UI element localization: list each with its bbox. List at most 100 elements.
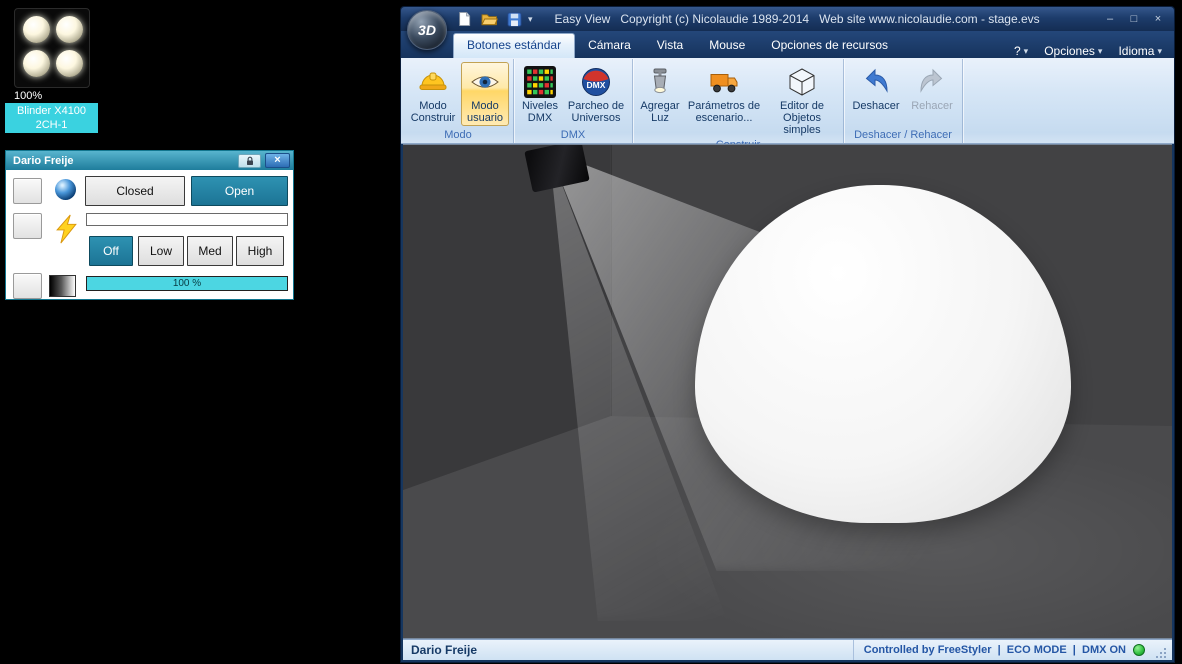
parametros-escenario-button[interactable]: Parámetros de escenario...	[685, 62, 763, 126]
group-deshacer-rehacer: Deshacer Rehacer Deshacer / Rehacer	[844, 59, 963, 143]
idioma-label: Idioma	[1118, 44, 1155, 58]
idioma-menu[interactable]: Idioma ▾	[1118, 44, 1162, 58]
close-icon: ×	[1154, 13, 1162, 25]
modo-usuario-button[interactable]: Modo usuario	[461, 62, 509, 126]
app-logo-orb[interactable]: 3D	[407, 10, 447, 50]
dimmer-gradient-icon	[49, 275, 76, 297]
fixture-thumbnail[interactable]	[14, 8, 90, 88]
lightning-icon	[56, 214, 77, 244]
shutter-open-button[interactable]: Open	[191, 176, 288, 206]
tab-opciones-de-recursos[interactable]: Opciones de recursos	[758, 33, 901, 58]
fixture-lamp	[56, 50, 83, 77]
lock-icon	[246, 156, 253, 165]
preset-button-shutter[interactable]	[13, 178, 42, 204]
logo-text: 3D	[418, 22, 436, 38]
rehacer-button[interactable]: Rehacer	[906, 62, 958, 114]
dimmer-fader-bar[interactable]: 100 %	[86, 276, 288, 291]
modo-construir-label: Modo Construir	[410, 100, 456, 124]
statusbar-fixture-name: Dario Freije	[411, 643, 478, 657]
tab-label: Botones estándar	[467, 38, 562, 52]
maximize-button[interactable]: □	[1125, 11, 1143, 27]
palette-close-button[interactable]: ×	[265, 153, 290, 168]
niveles-dmx-label: Niveles DMX	[521, 100, 559, 124]
level-high-label: High	[247, 244, 273, 258]
editor-objetos-label: Editor de Objetos simples	[779, 100, 825, 136]
save-button[interactable]	[505, 10, 523, 28]
palette-title: Dario Freije	[13, 154, 74, 167]
shutter-open-label: Open	[224, 184, 255, 198]
caret-down-icon: ▾	[1023, 45, 1029, 56]
caret-down-icon: ▾	[1157, 45, 1162, 56]
minimize-icon: –	[1106, 13, 1114, 25]
open-folder-icon	[480, 14, 498, 26]
parametros-escenario-label: Parámetros de escenario...	[687, 100, 761, 124]
quick-access-toolbar: ▾	[455, 10, 533, 28]
niveles-dmx-button[interactable]: Niveles DMX	[518, 62, 562, 126]
qat-customize-button[interactable]: ▾	[528, 14, 533, 25]
viewport-3d[interactable]	[403, 144, 1172, 639]
modo-construir-button[interactable]: Modo Construir	[407, 62, 459, 126]
tab-mouse[interactable]: Mouse	[696, 33, 758, 58]
open-file-button[interactable]	[480, 10, 498, 28]
cube-icon	[789, 68, 815, 96]
right-menus: ? ▾ Opciones ▾ Idioma ▾	[1014, 44, 1174, 58]
fixture-lamp	[23, 50, 50, 77]
modo-usuario-label: Modo usuario	[466, 100, 504, 124]
statusbar: Dario Freije Controlled by FreeStyler | …	[403, 639, 1172, 660]
close-button[interactable]: ×	[1149, 11, 1167, 27]
eye-icon	[471, 76, 499, 88]
group-label-modo: Modo	[444, 129, 472, 141]
parcheo-universos-button[interactable]: DMX Parcheo de Universos	[564, 62, 628, 126]
statusbar-status-text: Controlled by FreeStyler | ECO MODE | DM…	[863, 644, 1126, 656]
parcheo-universos-label: Parcheo de Universos	[567, 100, 625, 124]
new-file-button[interactable]	[455, 10, 473, 28]
shutter-ball-icon	[55, 179, 76, 200]
deshacer-label: Deshacer	[852, 100, 900, 112]
fixture-label[interactable]: Blinder X4100 2CH-1	[5, 103, 98, 133]
tab-botones-estandar[interactable]: Botones estándar	[453, 33, 576, 58]
shutter-closed-label: Closed	[116, 184, 154, 198]
lock-button[interactable]	[238, 153, 261, 168]
editor-objetos-button[interactable]: Editor de Objetos simples	[765, 62, 839, 138]
agregar-luz-button[interactable]: Agregar Luz	[637, 62, 683, 126]
group-label-deshacer-rehacer: Deshacer / Rehacer	[854, 129, 952, 141]
palette-titlebar[interactable]: Dario Freije ×	[6, 151, 293, 170]
group-dmx: Niveles DMX DMX Parcheo de Universos DMX	[514, 59, 633, 143]
fixture-intensity: 100%	[14, 90, 43, 102]
truck-icon	[710, 74, 738, 93]
opciones-menu[interactable]: Opciones ▾	[1044, 44, 1102, 58]
level-high-button[interactable]: High	[236, 236, 284, 266]
minimize-button[interactable]: –	[1101, 11, 1119, 27]
tab-label: Mouse	[709, 38, 746, 52]
redo-icon	[920, 68, 943, 93]
svg-text:DMX: DMX	[587, 80, 606, 90]
deshacer-button[interactable]: Deshacer	[848, 62, 904, 114]
agregar-luz-label: Agregar Luz	[640, 100, 680, 124]
preset-button-dimmer[interactable]	[13, 273, 42, 299]
tab-camara[interactable]: Cámara	[575, 33, 644, 58]
level-off-button[interactable]: Off	[89, 236, 133, 266]
save-floppy-icon	[506, 11, 522, 27]
level-low-button[interactable]: Low	[138, 236, 184, 266]
opciones-label: Opciones	[1044, 44, 1095, 58]
statusbar-right: Controlled by FreeStyler | ECO MODE | DM…	[852, 640, 1172, 660]
tab-vista[interactable]: Vista	[644, 33, 696, 58]
dmx-universe-globe-icon: DMX	[582, 68, 610, 96]
dmx-levels-icon	[524, 66, 556, 98]
level-med-button[interactable]: Med	[187, 236, 233, 266]
resize-grip[interactable]	[1154, 646, 1168, 660]
shutter-closed-button[interactable]: Closed	[85, 176, 185, 206]
app-titlebar[interactable]: 3D ▾ Easy View Copyright (c) Nicolaudie …	[401, 7, 1174, 50]
group-construir: Agregar Luz Parámetros de escenario... E…	[633, 59, 844, 151]
fixture-channel: 2CH-1	[35, 119, 68, 131]
level-low-label: Low	[149, 244, 172, 258]
group-label-dmx: DMX	[560, 129, 586, 141]
help-menu[interactable]: ? ▾	[1014, 44, 1028, 58]
easy-view-window: 3D ▾ Easy View Copyright (c) Nicolaudie …	[400, 6, 1175, 663]
caret-down-icon: ▾	[1097, 45, 1103, 56]
spotlight-icon	[653, 68, 667, 94]
level-value-bar[interactable]	[86, 213, 288, 226]
preset-button-level[interactable]	[13, 213, 42, 239]
fixture-lamp	[56, 16, 83, 43]
caret-down-icon: ▾	[528, 13, 533, 24]
